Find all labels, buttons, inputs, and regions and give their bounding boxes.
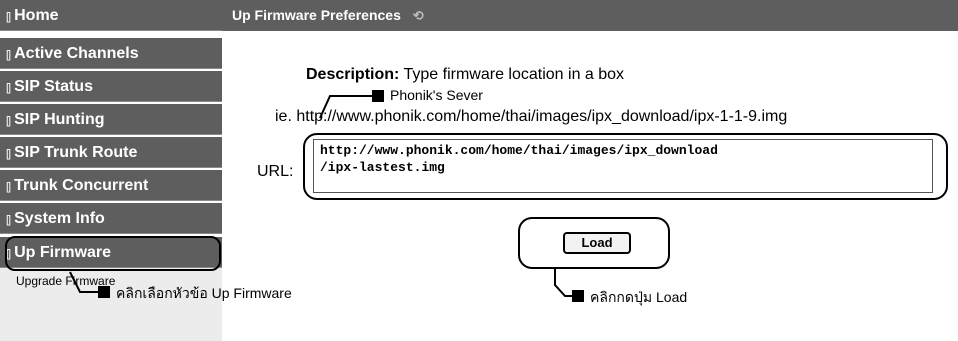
menu-callout-text: คลิกเลือกหัวข้อ Up Firmware bbox=[116, 285, 292, 301]
server-callout-marker bbox=[372, 90, 384, 102]
menu-callout-marker bbox=[98, 286, 110, 298]
load-callout-marker bbox=[572, 290, 584, 302]
server-callout-line bbox=[319, 95, 372, 119]
server-callout-text: Phonik's Sever bbox=[390, 87, 483, 103]
menu-callout-line bbox=[69, 271, 98, 293]
load-callout-text: คลิกกดปุ่ม Load bbox=[590, 289, 688, 305]
load-callout-line bbox=[554, 268, 572, 297]
